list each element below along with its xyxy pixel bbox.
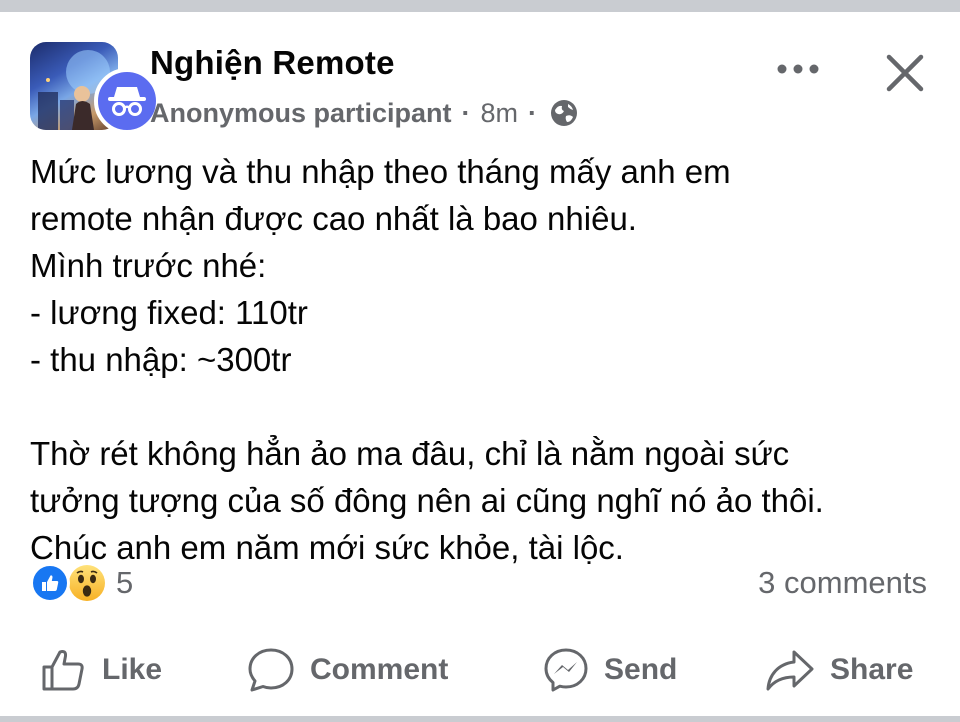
post-line: Thờ rét không hẳn ảo ma đâu, chỉ là nằm … bbox=[30, 435, 790, 472]
comments-count-link[interactable]: 3 comments bbox=[758, 562, 927, 604]
share-arrow-icon bbox=[766, 650, 814, 691]
post-line: remote nhận được cao nhất là bao nhiêu. bbox=[30, 200, 637, 237]
more-horizontal-icon bbox=[777, 64, 819, 74]
globe-icon bbox=[551, 100, 578, 126]
group-name-link[interactable]: Nghiện Remote bbox=[150, 44, 395, 82]
wow-reaction-icon bbox=[66, 562, 108, 604]
messenger-icon bbox=[544, 648, 588, 692]
post-line: - thu nhập: ~300tr bbox=[30, 341, 292, 378]
incognito-icon bbox=[108, 87, 146, 116]
post-line-blank bbox=[30, 383, 940, 430]
share-button[interactable]: Share bbox=[764, 640, 913, 700]
post-line: Mức lương và thu nhập theo tháng mấy anh… bbox=[30, 153, 731, 190]
post-line: Mình trước nhé: bbox=[30, 247, 267, 284]
author-name[interactable]: Anonymous participant bbox=[150, 98, 452, 129]
bottom-divider bbox=[0, 716, 960, 722]
like-label: Like bbox=[102, 653, 163, 686]
top-divider bbox=[0, 0, 960, 12]
post-body: Mức lương và thu nhập theo tháng mấy anh… bbox=[30, 148, 940, 571]
share-label: Share bbox=[830, 653, 914, 686]
avatar[interactable] bbox=[30, 42, 160, 134]
post-meta: Anonymous participant · 8m · bbox=[150, 95, 579, 131]
post-time[interactable]: 8m bbox=[481, 98, 519, 129]
send-button[interactable]: Send bbox=[542, 640, 677, 700]
comment-bubble-icon bbox=[248, 648, 294, 692]
like-reaction-icon bbox=[30, 563, 70, 603]
meta-separator: · bbox=[461, 97, 471, 128]
send-label: Send bbox=[604, 653, 678, 686]
reaction-count: 5 bbox=[116, 565, 134, 600]
more-options-button[interactable] bbox=[772, 52, 824, 86]
close-icon bbox=[886, 54, 924, 92]
action-bar: Like Comment Send Share bbox=[0, 640, 960, 700]
meta-separator-2: · bbox=[528, 97, 538, 128]
comment-label: Comment bbox=[310, 653, 449, 686]
comment-button[interactable]: Comment bbox=[246, 640, 448, 700]
post-line: - lương fixed: 110tr bbox=[30, 294, 308, 331]
reactions-summary[interactable]: 5 bbox=[30, 562, 133, 604]
thumbs-up-icon bbox=[42, 650, 84, 691]
post-line: tưởng tượng của số đông nên ai cũng nghĩ… bbox=[30, 482, 824, 519]
close-button[interactable] bbox=[882, 50, 928, 96]
like-button[interactable]: Like bbox=[40, 640, 162, 700]
